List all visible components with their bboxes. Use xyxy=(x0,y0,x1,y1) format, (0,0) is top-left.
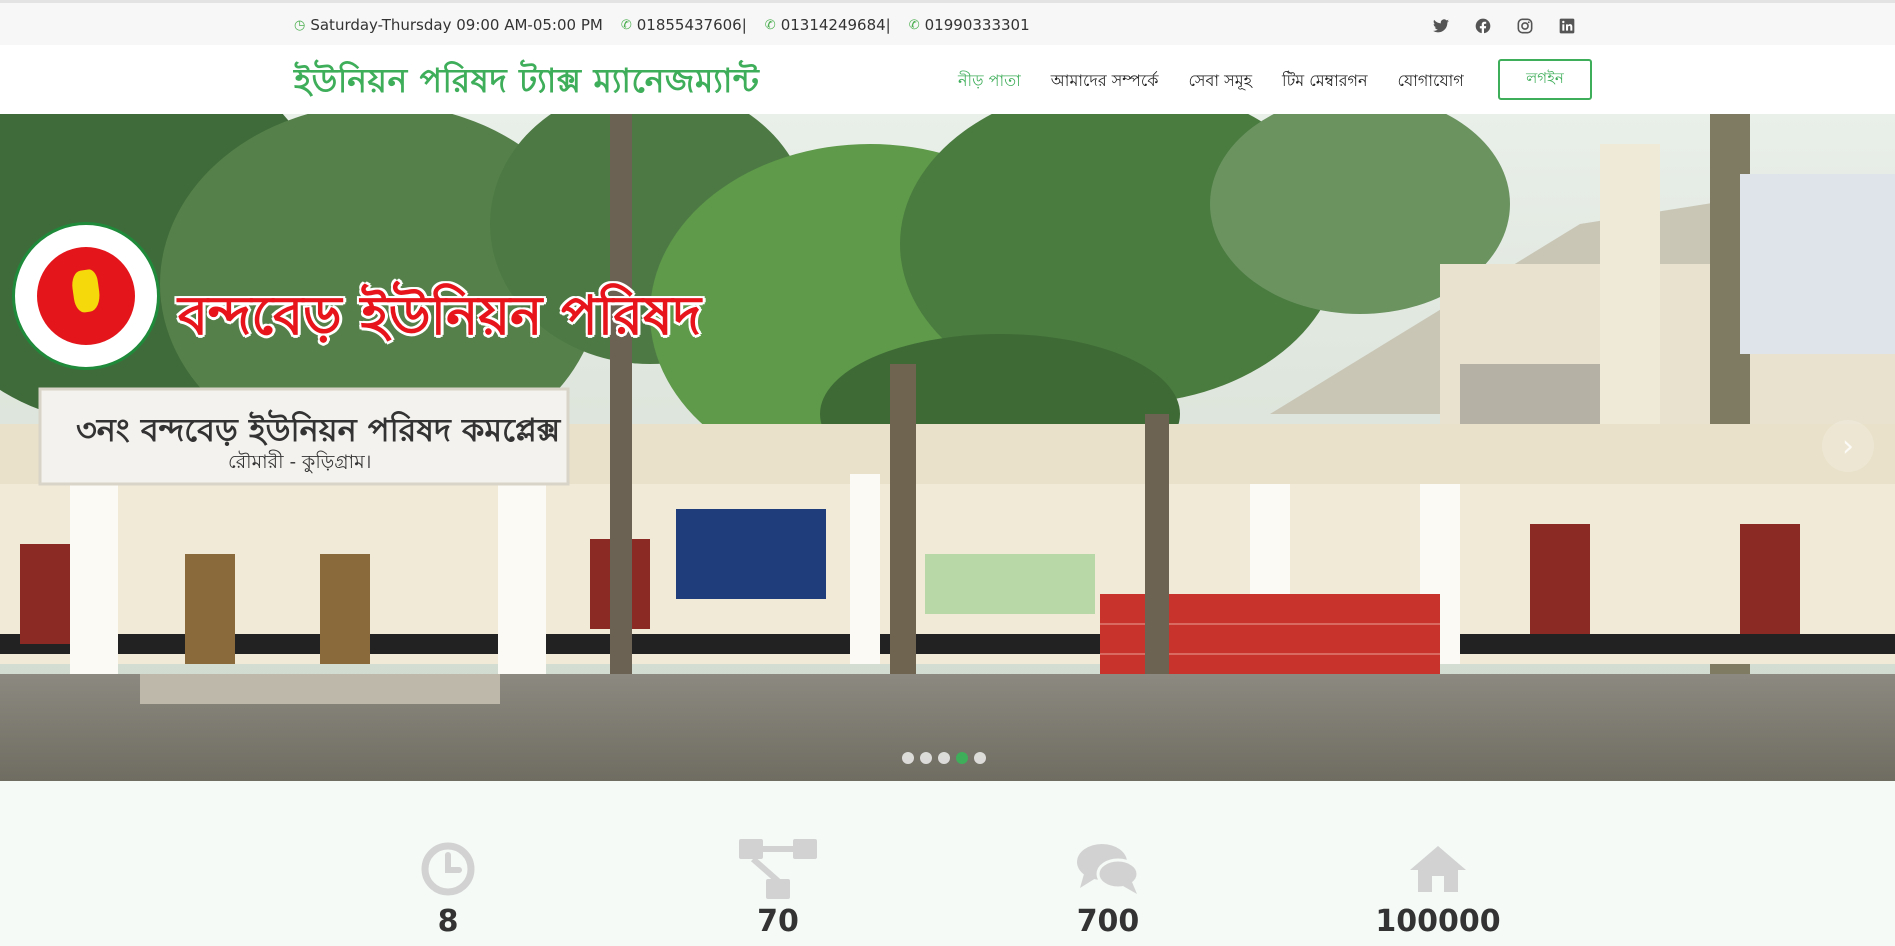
twitter-icon[interactable] xyxy=(1432,17,1450,35)
stat-hours-value: 8 xyxy=(437,904,459,939)
office-hours: ◷ Saturday-Thursday 09:00 AM-05:00 PM xyxy=(294,16,603,34)
nav-item-team[interactable]: টিম মেম্বারগন xyxy=(1282,68,1368,95)
stat-comments: 700 xyxy=(1008,840,1208,939)
home-icon xyxy=(1338,840,1538,898)
slider-dot-1[interactable] xyxy=(902,752,914,764)
phone-1: ✆ 01855437606| xyxy=(621,16,747,34)
login-button[interactable]: লগইন xyxy=(1498,59,1592,100)
nav-item-contact[interactable]: যোগাযোগ xyxy=(1398,68,1464,95)
slider-dot-2[interactable] xyxy=(920,752,932,764)
phone-2-text: 01314249684| xyxy=(780,16,891,34)
government-seal xyxy=(12,222,160,370)
slider-next-button[interactable]: › xyxy=(1822,420,1874,472)
slider-dot-5[interactable] xyxy=(974,752,986,764)
slider-indicators xyxy=(902,752,986,764)
contact-info: ◷ Saturday-Thursday 09:00 AM-05:00 PM ✆ … xyxy=(294,16,1048,34)
hero-title: বন্দবেড় ইউনিয়ন পরিষদ xyxy=(178,283,702,347)
site-brand[interactable]: ইউনিয়ন পরিষদ ট্যাক্স ম্যানেজম্যান্ট xyxy=(294,55,759,111)
phone-icon: ✆ xyxy=(908,17,920,33)
facebook-icon[interactable] xyxy=(1474,17,1492,35)
sitemap-icon xyxy=(678,839,878,899)
nav-item-home[interactable]: নীড় পাতা xyxy=(958,68,1021,95)
instagram-icon[interactable] xyxy=(1516,17,1534,35)
comments-icon xyxy=(1008,840,1208,898)
stat-hours: 8 xyxy=(348,840,548,939)
office-hours-text: Saturday-Thursday 09:00 AM-05:00 PM xyxy=(310,16,603,34)
phone-3-text: 01990333301 xyxy=(924,16,1030,34)
stat-homes-value: 100000 xyxy=(1375,904,1501,939)
nav-item-about[interactable]: আমাদের সম্পর্কে xyxy=(1051,68,1159,95)
stat-network: 70 xyxy=(678,839,878,939)
phone-2: ✆ 01314249684| xyxy=(765,16,891,34)
navbar: ইউনিয়ন পরিষদ ট্যাক্স ম্যানেজম্যান্ট নীড… xyxy=(0,45,1895,114)
phone-icon: ✆ xyxy=(764,17,776,33)
clock-icon: ◷ xyxy=(294,17,306,33)
stat-homes: 100000 xyxy=(1338,840,1538,939)
social-links xyxy=(1432,17,1576,35)
phone-1-text: 01855437606| xyxy=(636,16,747,34)
top-bar: ◷ Saturday-Thursday 09:00 AM-05:00 PM ✆ … xyxy=(0,0,1895,45)
slider-dot-3[interactable] xyxy=(938,752,950,764)
phone-3: ✆ 01990333301 xyxy=(909,16,1030,34)
phone-icon: ✆ xyxy=(620,17,632,33)
stat-network-value: 70 xyxy=(757,904,799,939)
stat-comments-value: 700 xyxy=(1076,904,1140,939)
sign-board-subtext: রৌমারী - কুড়িগ্রাম। xyxy=(228,451,372,473)
slider-dot-4[interactable] xyxy=(956,752,968,764)
main-menu: নীড় পাতা আমাদের সম্পর্কে সেবা সমূহ টিম … xyxy=(958,68,1464,95)
linkedin-icon[interactable] xyxy=(1558,17,1576,35)
hero-slider: বন্দবেড় ইউনিয়ন পরিষদ ৩নং বন্দবেড় ইউনি… xyxy=(0,114,1895,781)
stats-section: 8 70 700 100000 xyxy=(0,781,1895,946)
nav-item-services[interactable]: সেবা সমূহ xyxy=(1188,68,1252,95)
clock-icon xyxy=(348,840,548,898)
